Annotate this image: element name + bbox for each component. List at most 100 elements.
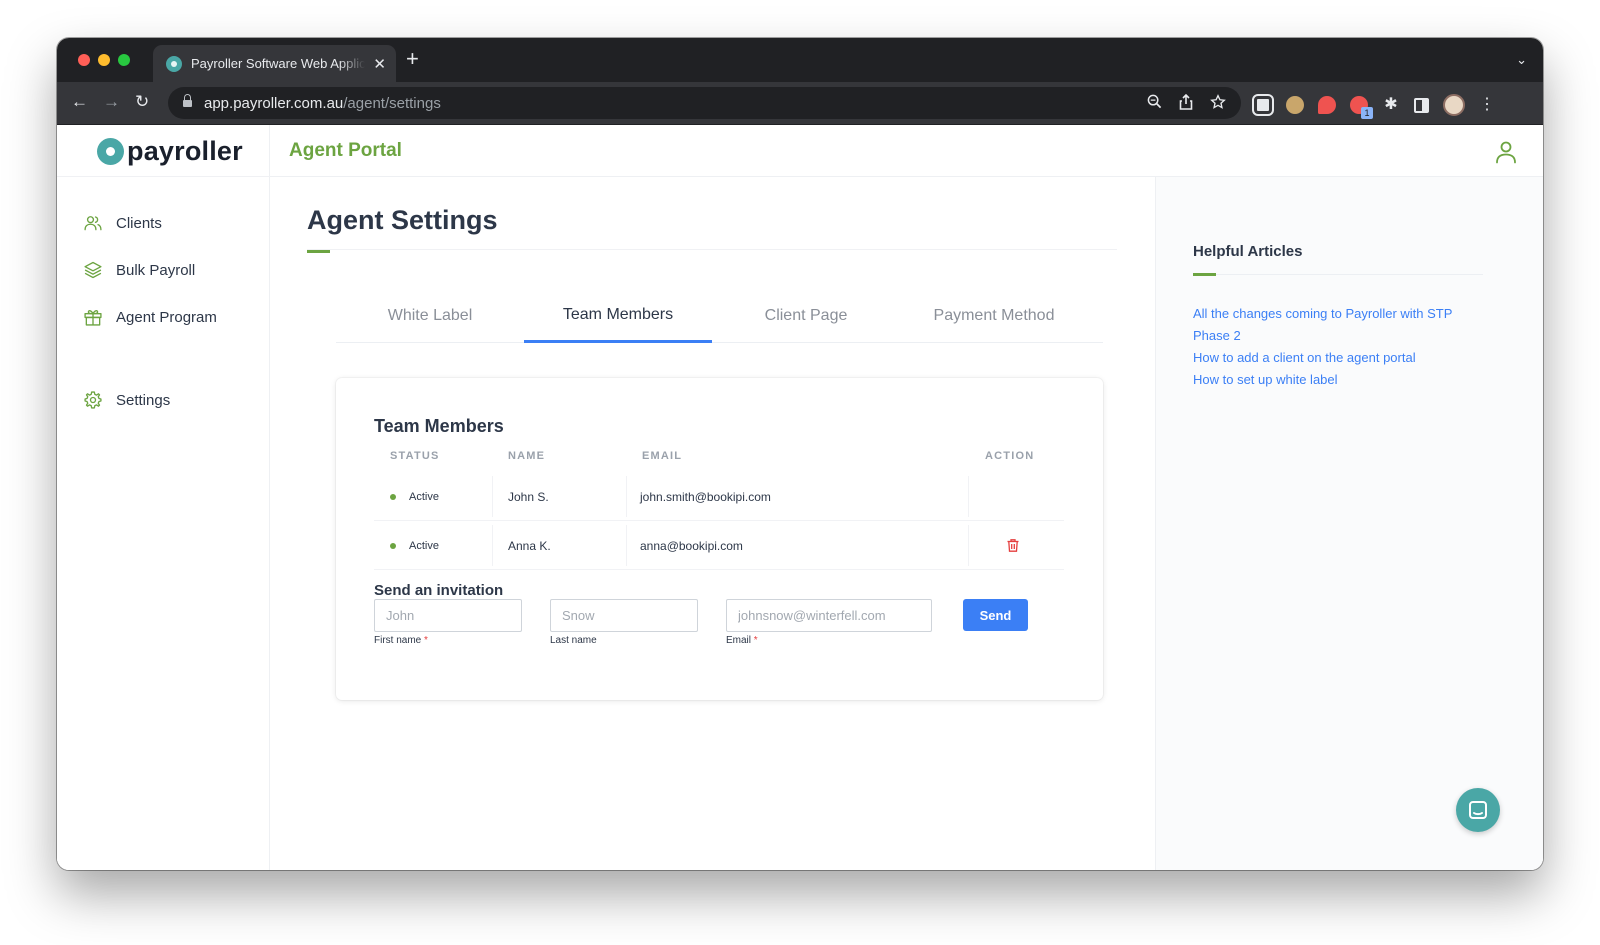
maximize-window-button[interactable] (118, 54, 130, 66)
email-field[interactable] (726, 599, 932, 632)
cell-separator (626, 476, 627, 517)
send-invitation-button[interactable]: Send (963, 599, 1028, 631)
payroller-favicon-icon (166, 55, 182, 72)
puzzle-icon[interactable]: ✱ (1382, 96, 1400, 114)
email-label-text: Email (726, 635, 752, 646)
logo-text: payroller (127, 136, 243, 166)
sidebar-item-label: Clients (116, 214, 162, 232)
page-title: Agent Settings (307, 205, 498, 235)
payroller-logo-mark-icon (97, 138, 124, 165)
forward-arrow-icon[interactable]: → (103, 92, 120, 112)
lock-icon[interactable] (183, 93, 192, 109)
tab-white-label[interactable]: White Label (336, 289, 524, 343)
browser-tab-strip: Payroller Software Web Applic ✕ + ⌄ (57, 38, 1543, 82)
member-email: anna@bookipi.com (640, 538, 743, 553)
chat-icon (1469, 801, 1487, 819)
status-cell: Active (390, 521, 439, 570)
last-name-field[interactable] (550, 599, 698, 632)
star-icon[interactable] (1209, 94, 1227, 114)
table-row: Active Anna K. anna@bookipi.com (374, 521, 1064, 570)
first-name-label-text: First name (374, 635, 422, 646)
users-icon (84, 216, 102, 231)
member-email: john.smith@bookipi.com (640, 489, 771, 504)
main-content: Agent Settings White Label Team Members … (270, 177, 1155, 870)
tab-payment-method[interactable]: Payment Method (900, 289, 1088, 343)
rocket-extension-icon[interactable] (1318, 96, 1336, 114)
payroller-logo[interactable]: payroller (97, 136, 243, 167)
last-name-label: Last name (550, 635, 597, 646)
sidebar-item-agent-program[interactable]: Agent Program (83, 305, 217, 329)
tab-client-page[interactable]: Client Page (712, 289, 900, 343)
first-name-label: First name * (374, 635, 428, 646)
status-badge: Active (409, 490, 439, 503)
member-name: John S. (508, 489, 549, 504)
logo-divider (57, 176, 270, 177)
column-header-name: NAME (508, 450, 546, 462)
articles-divider (1193, 274, 1483, 275)
required-mark: * (424, 635, 428, 646)
team-members-card: Team Members STATUS NAME EMAIL ACTION Ac… (336, 378, 1103, 700)
active-status-dot (390, 542, 396, 549)
status-cell: Active (390, 472, 439, 521)
browser-window: Payroller Software Web Applic ✕ + ⌄ ← → … (57, 38, 1543, 870)
app-root: payroller Clients Bulk Payroll Agent Pro… (57, 125, 1543, 870)
badge-extension-icon[interactable] (1350, 96, 1373, 119)
sidebar-item-settings[interactable]: Settings (83, 388, 170, 412)
url-host: app.payroller.com.au (204, 94, 344, 112)
back-arrow-icon[interactable]: ← (71, 92, 88, 112)
tab-search-chevron-icon[interactable]: ⌄ (1516, 52, 1527, 68)
minimize-window-button[interactable] (98, 54, 110, 66)
trash-icon[interactable] (1007, 539, 1019, 552)
column-header-email: EMAIL (642, 450, 683, 462)
email-label: Email * (726, 635, 758, 646)
close-tab-icon[interactable]: ✕ (373, 55, 386, 73)
url-path: /agent/settings (343, 94, 441, 112)
article-link[interactable]: All the changes coming to Payroller with… (1193, 303, 1483, 347)
owl-extension-icon[interactable] (1286, 96, 1304, 114)
sidebar-item-clients[interactable]: Clients (83, 211, 162, 235)
helpful-articles-title: Helpful Articles (1193, 243, 1303, 260)
cell-separator (626, 525, 627, 566)
url-text[interactable]: app.payroller.com.au/agent/settings (204, 95, 441, 112)
new-tab-button[interactable]: + (406, 48, 419, 70)
portal-title: Agent Portal (289, 140, 402, 161)
active-status-dot (390, 493, 396, 500)
invite-section-title: Send an invitation (374, 582, 504, 599)
table-row: Active John S. john.smith@bookipi.com (374, 472, 1064, 521)
title-accent-bar (307, 250, 330, 253)
article-link[interactable]: How to add a client on the agent portal (1193, 347, 1483, 369)
sidebar-item-label: Settings (116, 391, 171, 409)
sidebar-item-bulk-payroll[interactable]: Bulk Payroll (83, 258, 195, 282)
top-bar: Agent Portal (270, 125, 1543, 177)
article-link[interactable]: How to set up white label (1193, 369, 1483, 391)
sidebar-item-label: Agent Program (116, 308, 217, 326)
card-title: Team Members (374, 416, 504, 436)
profile-avatar[interactable] (1443, 94, 1465, 116)
zoom-icon[interactable] (1145, 94, 1163, 114)
share-icon[interactable] (1177, 93, 1195, 114)
kebab-menu-icon[interactable]: ⋮ (1479, 96, 1495, 114)
browser-tab-title: Payroller Software Web Applic (191, 56, 366, 71)
reload-icon[interactable]: ↻ (135, 92, 149, 112)
first-name-field[interactable] (374, 599, 522, 632)
layers-icon (84, 261, 102, 279)
browser-tab[interactable]: Payroller Software Web Applic ✕ (153, 45, 396, 82)
required-mark: * (753, 635, 758, 646)
browser-toolbar: ← → ↻ app.payroller.com.au/agent/setting… (57, 82, 1543, 125)
tab-team-members[interactable]: Team Members (524, 289, 712, 343)
cell-separator (492, 476, 493, 517)
helpful-articles-panel: Helpful Articles All the changes coming … (1155, 177, 1543, 870)
cell-separator (968, 476, 969, 517)
title-divider (307, 249, 1117, 250)
address-bar[interactable]: app.payroller.com.au/agent/settings (168, 87, 1241, 119)
qr-extension-icon[interactable] (1252, 94, 1274, 116)
chat-support-button[interactable] (1456, 788, 1500, 832)
column-header-action: ACTION (985, 450, 1035, 462)
column-header-status: STATUS (390, 450, 440, 462)
close-window-button[interactable] (78, 54, 90, 66)
cell-separator (968, 525, 969, 566)
sidebar-item-label: Bulk Payroll (116, 261, 196, 279)
side-panel-icon[interactable] (1414, 97, 1429, 113)
settings-tabs: White Label Team Members Client Page Pay… (336, 289, 1103, 343)
user-profile-icon[interactable] (1495, 140, 1517, 164)
